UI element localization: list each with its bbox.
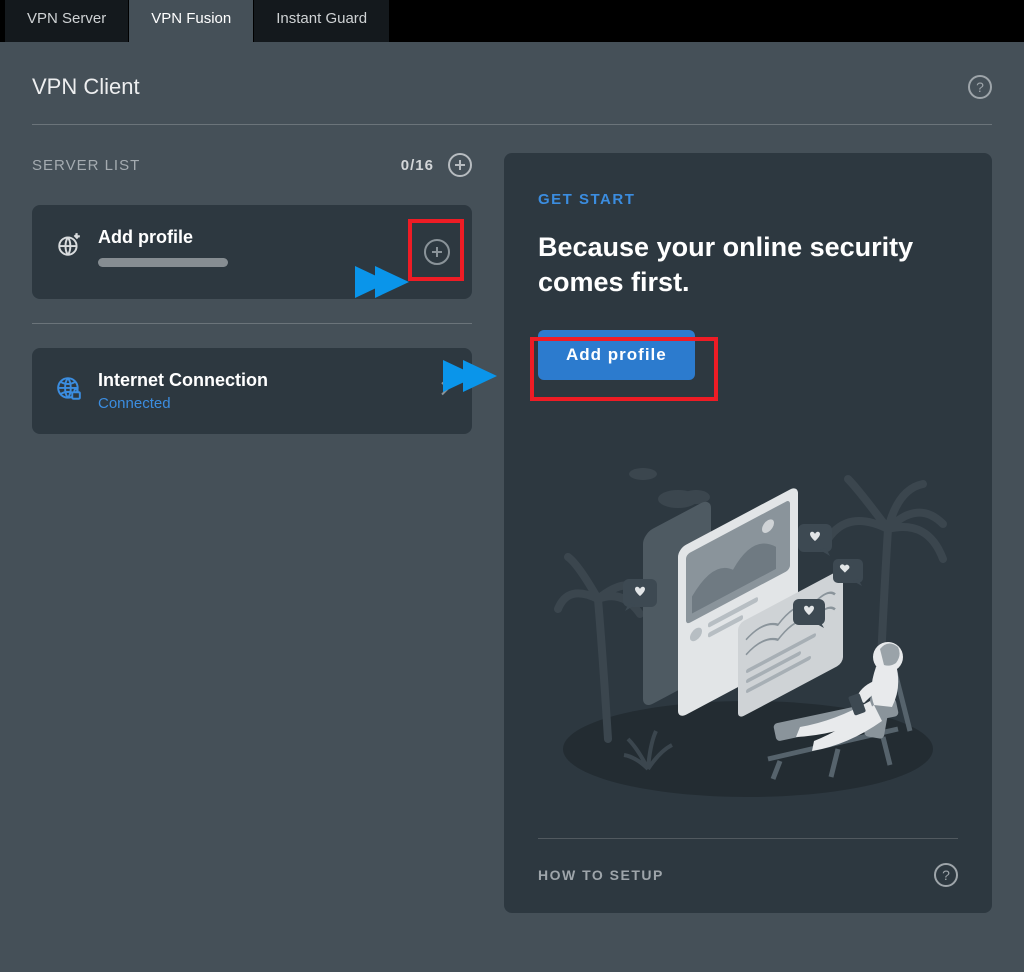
page-header: VPN Client ? — [32, 74, 992, 125]
promo-headline: Because your online security comes first… — [538, 230, 958, 300]
promo-illustration — [538, 400, 958, 838]
promo-footer: HOW TO SETUP ? — [538, 838, 958, 913]
help-icon[interactable]: ? — [968, 75, 992, 99]
tab-instant-guard[interactable]: Instant Guard — [254, 0, 390, 42]
server-list-header: SERVER LIST 0/16 — [32, 153, 472, 177]
server-list-count: 0/16 — [401, 157, 434, 174]
tab-vpn-fusion[interactable]: VPN Fusion — [129, 0, 254, 42]
profile-progress-bar — [98, 258, 228, 267]
content-area: SERVER LIST 0/16 — [32, 153, 992, 913]
main-panel: VPN Client ? SERVER LIST 0/16 — [0, 42, 1024, 972]
internet-connection-status: Connected — [98, 395, 268, 412]
divider — [32, 323, 472, 324]
how-to-help-icon[interactable]: ? — [934, 863, 958, 887]
globe-lock-icon — [56, 376, 82, 407]
how-to-setup-label[interactable]: HOW TO SETUP — [538, 867, 664, 883]
server-list-label: SERVER LIST — [32, 157, 401, 174]
tab-bar: VPN Server VPN Fusion Instant Guard — [0, 0, 1024, 42]
add-profile-card[interactable]: Add profile — [32, 205, 472, 299]
internet-connection-card[interactable]: Internet Connection Connected — [32, 348, 472, 434]
promo-panel: GET START Because your online security c… — [504, 153, 992, 913]
globe-plug-icon — [56, 232, 82, 263]
left-column: SERVER LIST 0/16 — [32, 153, 472, 913]
add-server-icon[interactable] — [448, 153, 472, 177]
add-profile-title: Add profile — [98, 227, 228, 248]
add-profile-button[interactable]: Add profile — [538, 330, 695, 380]
internet-connection-title: Internet Connection — [98, 370, 268, 391]
chevron-right-icon — [440, 380, 450, 403]
page-title: VPN Client — [32, 74, 140, 100]
promo-get-start-label: GET START — [538, 191, 958, 208]
tab-vpn-server[interactable]: VPN Server — [5, 0, 129, 42]
add-profile-plus-icon[interactable] — [424, 239, 450, 265]
